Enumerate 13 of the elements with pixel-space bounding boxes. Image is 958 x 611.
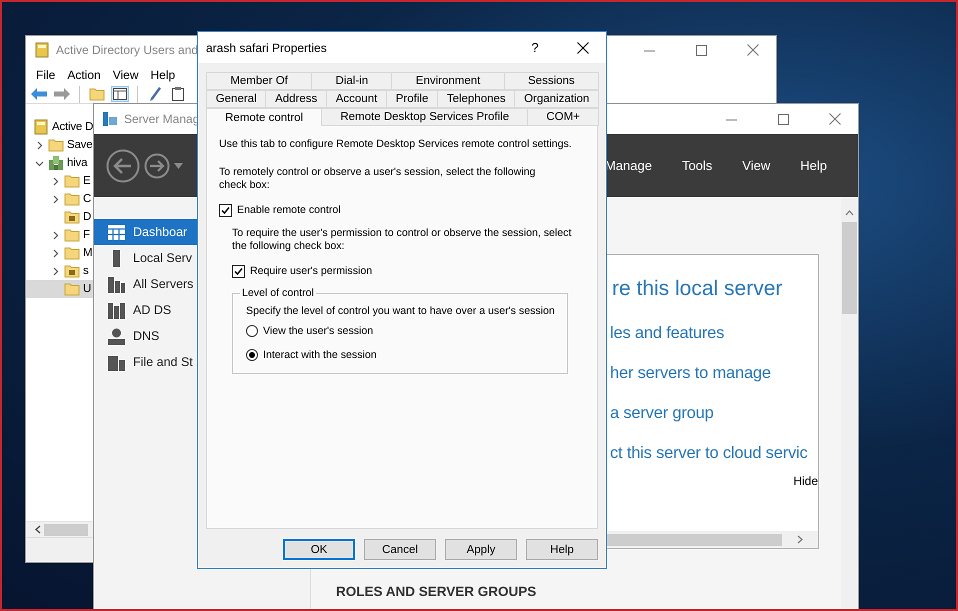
- instruction-text: To remotely control or observe a user's session, select the following check box:: [219, 166, 536, 192]
- radio-label: Interact with the session: [263, 349, 377, 361]
- window-title: Active Directory Users and: [56, 43, 198, 57]
- welcome-heading: re this local server: [612, 277, 784, 301]
- prompt-text: Specify the level of control you want to have over a user's session: [246, 305, 555, 317]
- intro-text: Use this tab to configure Remote Desktop Services remote control settings.: [219, 138, 573, 151]
- radio-label: View the user's session: [263, 325, 374, 337]
- instruction-text: To require the user's permission to control or observe the session, select the following check box:: [232, 227, 572, 253]
- group-title: Level of control: [241, 287, 315, 299]
- section-heading: ROLES AND SERVER GROUPS: [336, 584, 538, 599]
- checkbox-label: Require user's permission: [250, 265, 372, 277]
- dialog-title: arash safari Properties: [206, 40, 327, 54]
- checkbox-label: Enable remote control: [237, 204, 341, 216]
